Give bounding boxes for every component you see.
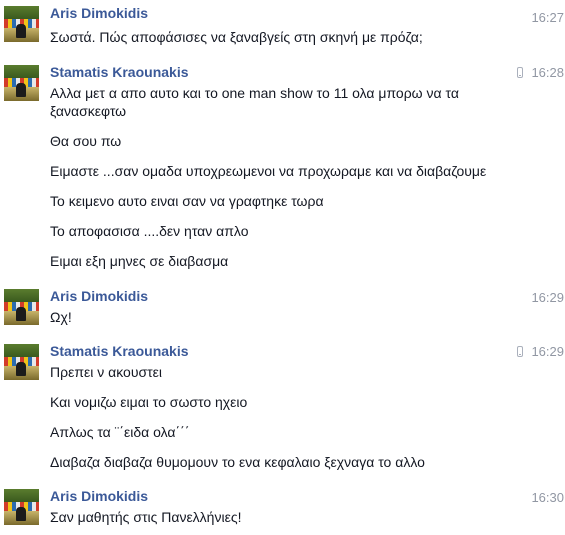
phone-icon [517,67,523,78]
avatar[interactable] [4,6,39,42]
message-text: Ειμαστε ...σαν ομαδα υποχρεωμενοι να προ… [50,163,487,179]
message-thread: Aris Dimokidis 16:27 Σωστά. Πώς αποφάσισ… [0,0,565,535]
message-text: Πρεπει ν ακουστει [50,364,162,380]
message-text: Σωστά. Πώς αποφάσισες να ξαναβγείς στη σ… [50,29,423,45]
timestamp: 16:29 [531,290,564,305]
message-group: Stamatis Kraounakis 16:29 Πρεπει ν ακουσ… [0,340,565,475]
timestamp: 16:27 [531,10,564,25]
sender-name[interactable]: Aris Dimokidis [50,4,148,22]
message-text: Και νομιζω ειμαι το σωστο ηχειο [50,394,248,410]
message-text: Ωχ! [50,309,72,325]
message-text: Απλως τα ¨΄ειδα ολα΄΄΄ [50,424,190,440]
timestamp: 16:28 [531,65,564,80]
avatar[interactable] [4,65,39,101]
avatar[interactable] [4,489,39,525]
message-text: Ειμαι εξη μηνες σε διαβασμα [50,253,229,269]
message-group: Stamatis Kraounakis 16:28 Αλλα μετ α απο… [0,61,565,276]
sender-name[interactable]: Stamatis Kraounakis [50,63,189,81]
message-text: Το κειμενο αυτο ειναι σαν να γραφτηκε τω… [50,193,324,209]
message-text: Θα σου πω [50,133,122,149]
avatar[interactable] [4,344,39,380]
message-text: Διαβαζα διαβαζα θυμομουν το ενα κεφαλαιο… [50,454,425,470]
message-text: Αλλα μετ α απο αυτο και το one man show … [50,85,459,119]
timestamp: 16:29 [531,344,564,359]
message-text: Σαν μαθητής στις Πανελλήνιες! [50,509,242,525]
message-group: Aris Dimokidis 16:30 Σαν μαθητής στις Πα… [0,485,565,533]
sender-name[interactable]: Aris Dimokidis [50,287,148,305]
phone-icon [517,346,523,357]
sender-name[interactable]: Stamatis Kraounakis [50,342,189,360]
message-group: Aris Dimokidis 16:29 Ωχ! [0,285,565,330]
avatar[interactable] [4,289,39,325]
sender-name[interactable]: Aris Dimokidis [50,487,148,505]
message-group: Aris Dimokidis 16:27 Σωστά. Πώς αποφάσισ… [0,0,565,48]
timestamp: 16:30 [531,490,564,505]
message-text: Το αποφασισα ....δεν ηταν απλο [50,223,249,239]
